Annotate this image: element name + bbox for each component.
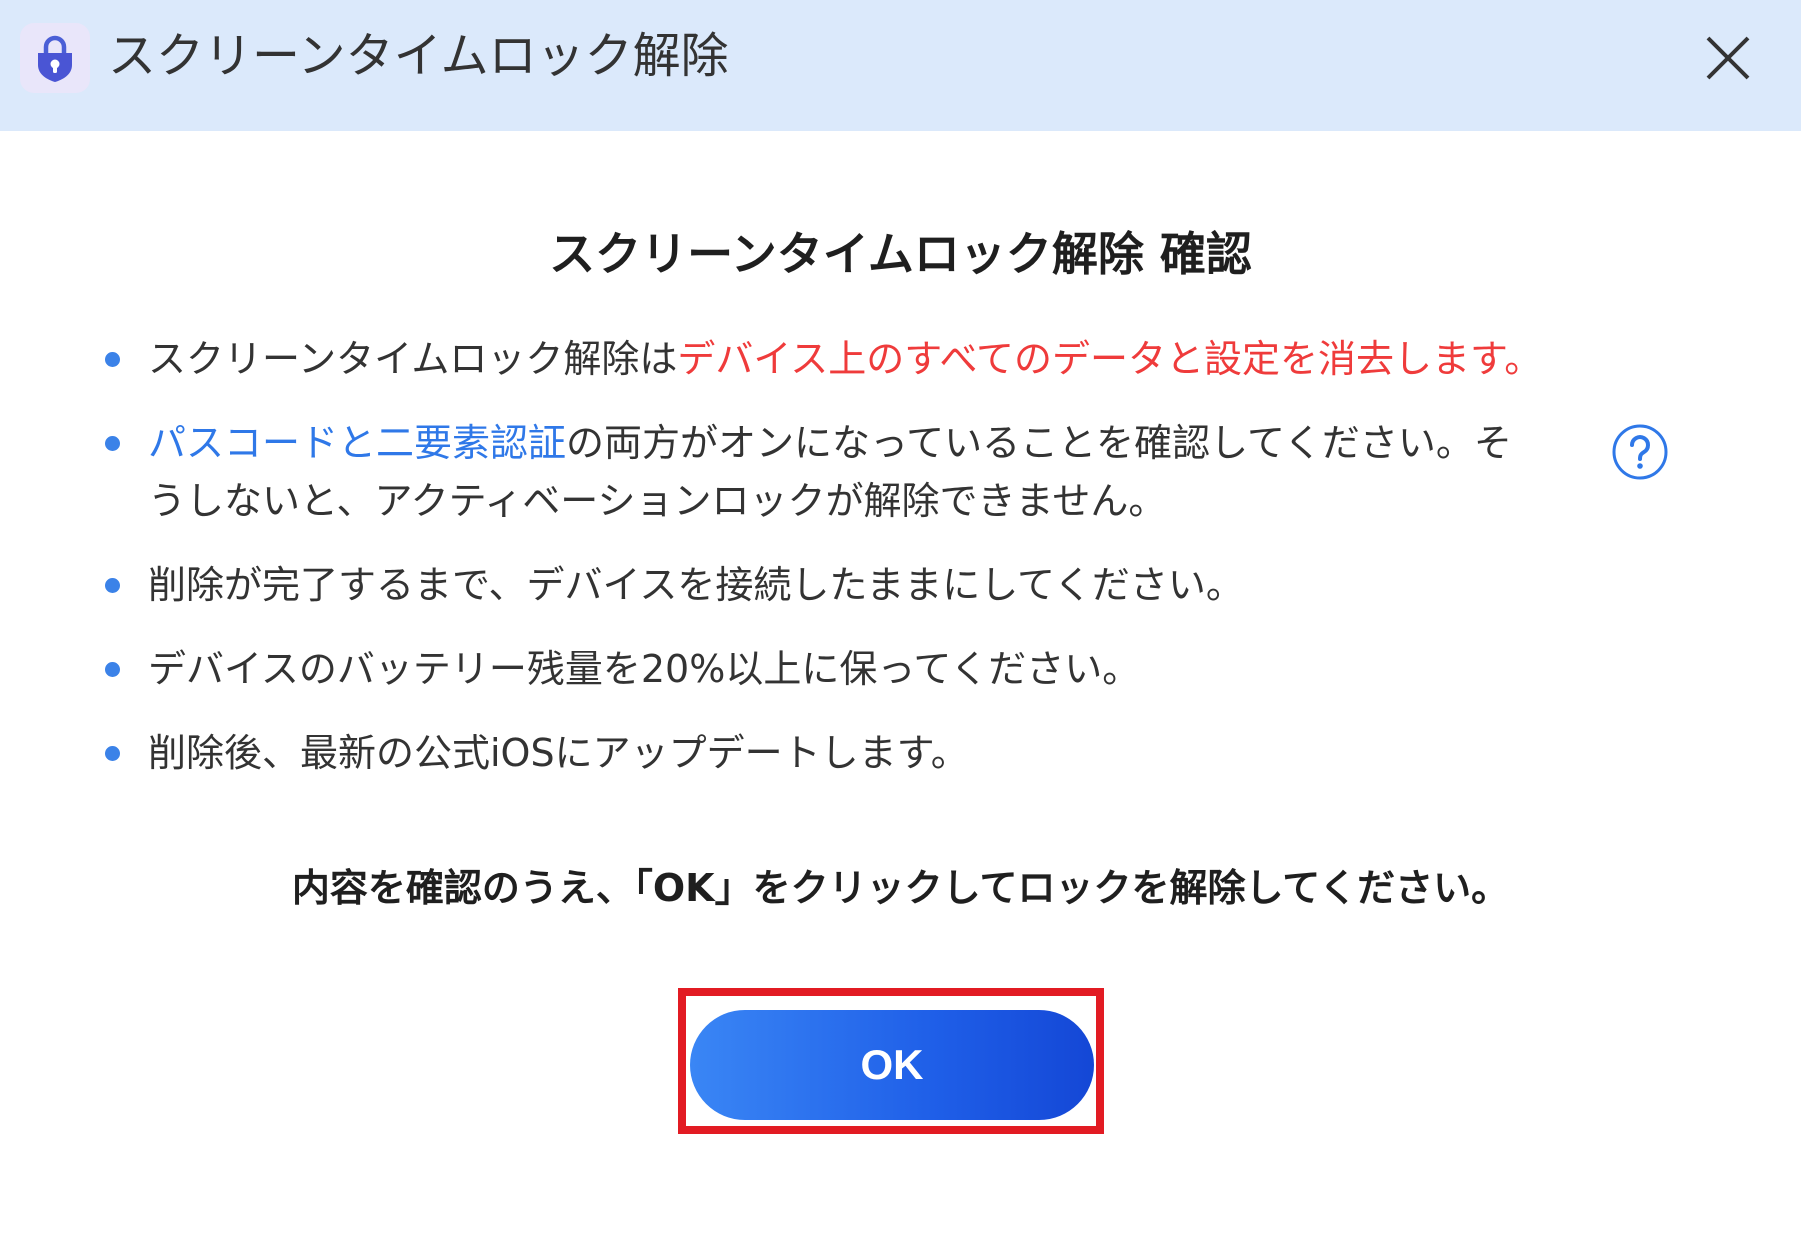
lock-shield-icon [20,23,90,93]
list-item: デバイスのバッテリー残量を20%以上に保ってください。 [100,640,1700,698]
bullet-dot [105,436,120,451]
bullet-dot [105,352,120,367]
bullet-dot [105,662,120,677]
close-icon [1706,36,1750,80]
title-bar: スクリーンタイムロック解除 [0,0,1801,131]
question-circle-icon[interactable] [1610,422,1670,482]
close-button[interactable] [1700,30,1756,86]
confirm-instruction: 内容を確認のうえ、「OK」をクリックしてロックを解除してください。 [291,866,1510,910]
bullet-text: スクリーンタイムロック解除は [148,337,678,381]
ok-button[interactable]: OK [690,1010,1094,1120]
bullet-dot [105,578,120,593]
data-erase-warning: デバイス上のすべてのデータと設定を消去します。 [677,337,1543,381]
list-item: スクリーンタイムロック解除はデバイス上のすべてのデータと設定を消去します。 [100,330,1700,388]
bullet-text: の両方がオンになっていることを確認してください。そ [566,421,1512,465]
passcode-2fa-link[interactable]: パスコードと二要素認証 [148,421,566,465]
dialog-heading: スクリーンタイムロック解除 確認 [549,227,1252,281]
list-item: 削除が完了するまで、デバイスを接続したままにしてください。 [100,556,1700,614]
bullet-text: デバイスのバッテリー残量を20%以上に保ってください。 [148,647,1141,691]
bullet-text: 削除後、最新の公式iOSにアップデートします。 [148,731,969,775]
bullet-text: 削除が完了するまで、デバイスを接続したままにしてください。 [148,563,1244,607]
window-title: スクリーンタイムロック解除 [108,28,729,84]
dialog-window: スクリーンタイムロック解除 スクリーンタイムロック解除 確認 スクリーンタイムロ… [0,0,1801,1236]
bullet-text-continued: うしないと、アクティベーションロックが解除できません。 [148,479,1167,523]
list-item: 削除後、最新の公式iOSにアップデートします。 [100,724,1700,782]
warning-list: スクリーンタイムロック解除はデバイス上のすべてのデータと設定を消去します。 パス… [100,330,1700,782]
list-item: パスコードと二要素認証の両方がオンになっていることを確認してください。そ うしな… [100,414,1700,530]
bullet-dot [105,746,120,761]
